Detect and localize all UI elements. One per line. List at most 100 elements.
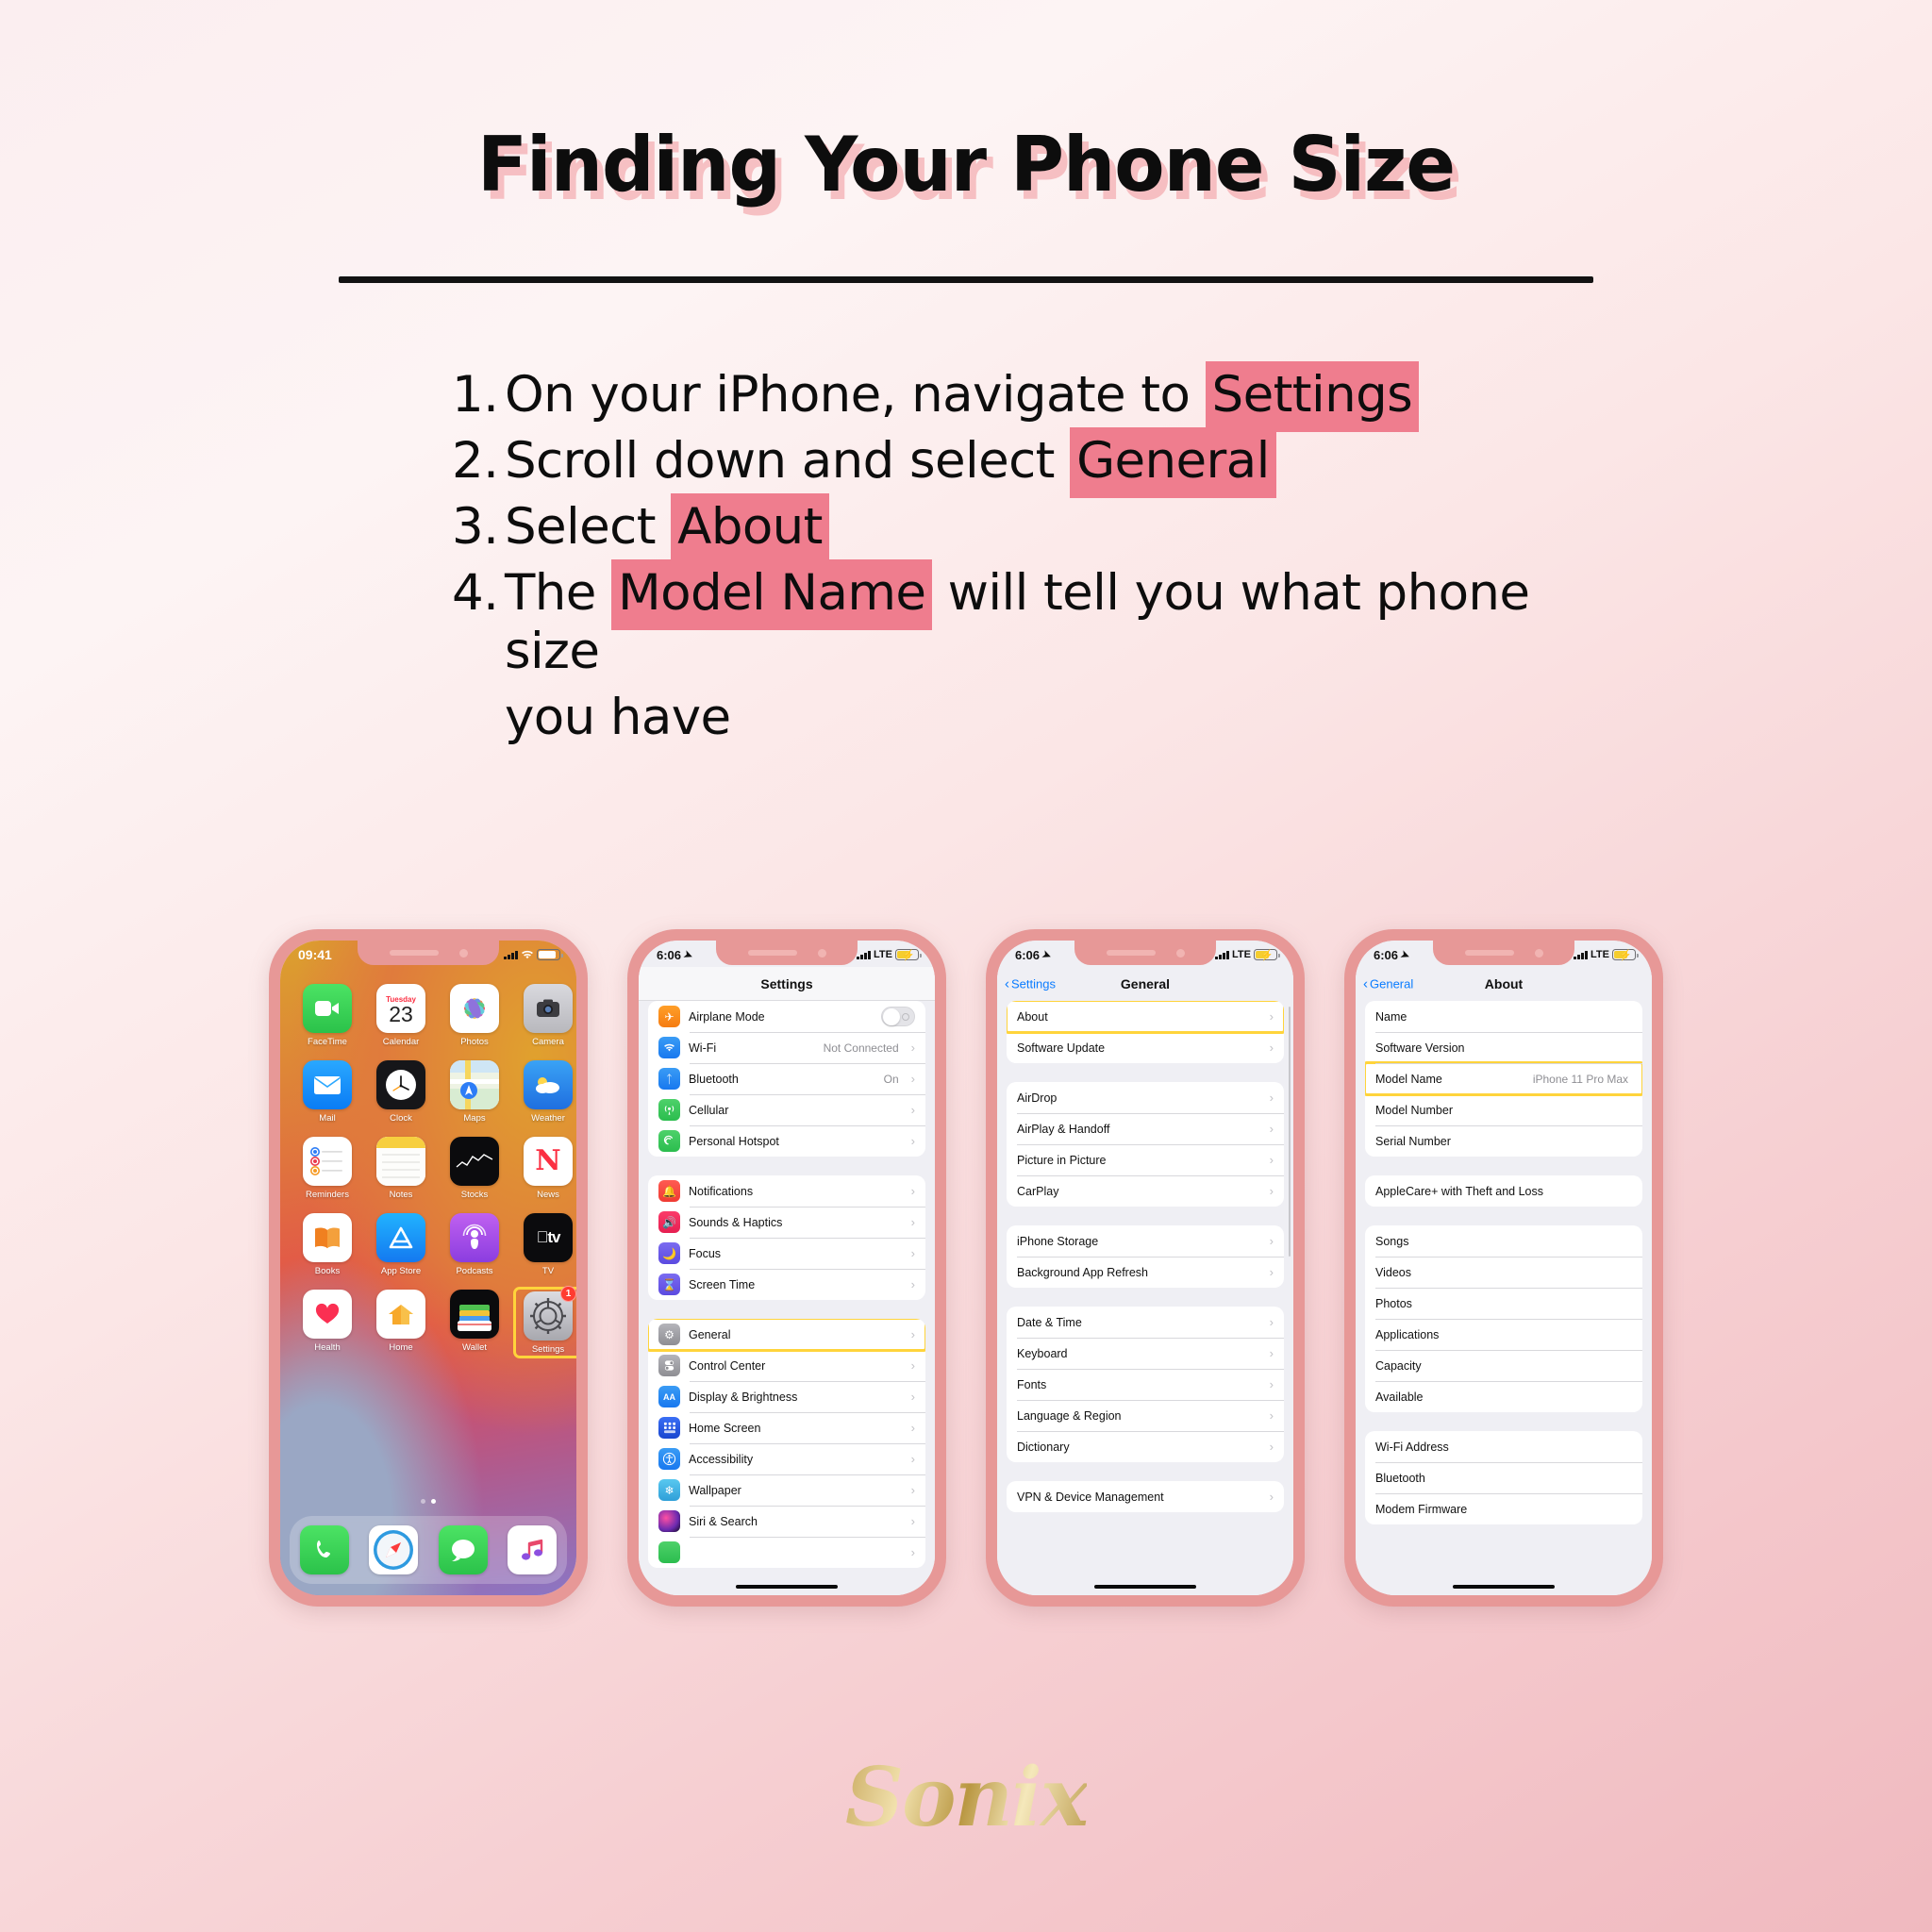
row-notifications[interactable]: 🔔 Notifications ›	[648, 1175, 925, 1207]
earpiece-speaker	[747, 950, 797, 956]
app-maps[interactable]: Maps	[442, 1060, 507, 1124]
row-wallpaper[interactable]: ❄ Wallpaper ›	[648, 1474, 925, 1506]
general-list[interactable]: About › Software Update › AirDrop › AirP…	[997, 1001, 1293, 1595]
row-label: Videos	[1375, 1265, 1411, 1279]
row-photos[interactable]: Photos	[1365, 1288, 1642, 1319]
earpiece-speaker	[1464, 950, 1514, 956]
row-control-center[interactable]: Control Center ›	[648, 1350, 925, 1381]
row-language-region[interactable]: Language & Region ›	[1007, 1400, 1284, 1431]
battery-charging-icon: ⚡	[895, 949, 922, 961]
safari-icon[interactable]	[369, 1525, 419, 1574]
app-camera[interactable]: Camera	[516, 984, 576, 1047]
row-software-update[interactable]: Software Update ›	[1007, 1032, 1284, 1063]
row-background-app-refresh[interactable]: Background App Refresh ›	[1007, 1257, 1284, 1288]
app-health[interactable]: Health	[295, 1290, 359, 1356]
app-calendar[interactable]: Tuesday 23 Calendar	[369, 984, 433, 1047]
row-available[interactable]: Available	[1365, 1381, 1642, 1412]
app-settings[interactable]: 1 Settings	[513, 1286, 576, 1358]
phone-mockup-settings: 6:06 ➤ LTE ⚡ Settings ✈ Airplane Mode Wi…	[627, 929, 946, 1607]
app-podcasts[interactable]: Podcasts	[442, 1213, 507, 1276]
step-highlight: General	[1070, 427, 1276, 498]
settings-group: Wi-Fi Address Bluetooth Modem Firmware	[1365, 1431, 1642, 1524]
row-bluetooth-address[interactable]: Bluetooth	[1365, 1462, 1642, 1493]
row-videos[interactable]: Videos	[1365, 1257, 1642, 1288]
back-button[interactable]: ‹ Settings	[1005, 977, 1056, 991]
app-facetime[interactable]: FaceTime	[295, 984, 359, 1047]
chevron-right-icon: ›	[910, 1103, 915, 1117]
nav-bar: Settings	[639, 967, 935, 1001]
row-partial-next[interactable]: ›	[648, 1537, 925, 1568]
airplane-mode-toggle[interactable]	[881, 1007, 915, 1026]
row-about[interactable]: About ›	[1007, 1001, 1284, 1034]
row-model-number[interactable]: Model Number	[1365, 1094, 1642, 1125]
app-label: Reminders	[306, 1190, 349, 1200]
home-indicator[interactable]	[736, 1584, 838, 1589]
row-sounds-haptics[interactable]: 🔊 Sounds & Haptics ›	[648, 1207, 925, 1238]
row-date-time[interactable]: Date & Time ›	[1007, 1307, 1284, 1338]
page-indicator[interactable]	[280, 1491, 576, 1508]
row-general[interactable]: ⚙ General ›	[648, 1319, 925, 1352]
siri-icon	[658, 1510, 680, 1532]
app-wallet[interactable]: Wallet	[442, 1290, 507, 1356]
row-display-brightness[interactable]: AA Display & Brightness ›	[648, 1381, 925, 1412]
row-keyboard[interactable]: Keyboard ›	[1007, 1338, 1284, 1369]
row-songs[interactable]: Songs	[1365, 1225, 1642, 1257]
row-capacity[interactable]: Capacity	[1365, 1350, 1642, 1381]
row-cellular[interactable]: Cellular ›	[648, 1094, 925, 1125]
app-mail[interactable]: Mail	[295, 1060, 359, 1124]
app-tv[interactable]: tv TV	[516, 1213, 576, 1276]
row-carplay[interactable]: CarPlay ›	[1007, 1175, 1284, 1207]
instruction-list: 1. On your iPhone, navigate to Settings …	[348, 361, 1584, 747]
scrollbar[interactable]	[1288, 1007, 1291, 1257]
row-applications[interactable]: Applications	[1365, 1319, 1642, 1350]
phone-icon[interactable]	[299, 1525, 349, 1574]
app-news[interactable]: N News	[516, 1137, 576, 1200]
row-screen-time[interactable]: ⌛ Screen Time ›	[648, 1269, 925, 1300]
row-fonts[interactable]: Fonts ›	[1007, 1369, 1284, 1400]
back-button[interactable]: ‹ General	[1363, 977, 1413, 991]
app-label: Health	[314, 1342, 341, 1353]
row-airplane-mode[interactable]: ✈ Airplane Mode	[648, 1001, 925, 1032]
row-airdrop[interactable]: AirDrop ›	[1007, 1082, 1284, 1113]
row-siri-search[interactable]: Siri & Search ›	[648, 1506, 925, 1537]
row-wifi[interactable]: Wi-Fi Not Connected ›	[648, 1032, 925, 1063]
app-books[interactable]: Books	[295, 1213, 359, 1276]
messages-icon[interactable]	[438, 1525, 488, 1574]
app-label: Clock	[390, 1113, 412, 1124]
about-list[interactable]: Name Software Version Model Name iPhone …	[1356, 1001, 1652, 1595]
signal-bars-icon	[1574, 950, 1589, 959]
notch	[1074, 941, 1216, 965]
row-label: Wi-Fi	[689, 1041, 717, 1055]
row-software-version[interactable]: Software Version	[1365, 1032, 1642, 1063]
row-focus[interactable]: 🌙 Focus ›	[648, 1238, 925, 1269]
home-indicator[interactable]	[1453, 1584, 1555, 1589]
row-vpn-device-management[interactable]: VPN & Device Management ›	[1007, 1481, 1284, 1512]
row-model-name[interactable]: Model Name iPhone 11 Pro Max	[1365, 1061, 1642, 1096]
row-airplay-handoff[interactable]: AirPlay & Handoff ›	[1007, 1113, 1284, 1144]
app-stocks[interactable]: Stocks	[442, 1137, 507, 1200]
row-wifi-address[interactable]: Wi-Fi Address	[1365, 1431, 1642, 1462]
row-picture-in-picture[interactable]: Picture in Picture ›	[1007, 1144, 1284, 1175]
home-indicator[interactable]	[1094, 1584, 1196, 1589]
row-dictionary[interactable]: Dictionary ›	[1007, 1431, 1284, 1462]
row-bluetooth[interactable]: ᛏ Bluetooth On ›	[648, 1063, 925, 1094]
row-applecare[interactable]: AppleCare+ with Theft and Loss	[1365, 1175, 1642, 1207]
row-name[interactable]: Name	[1365, 1001, 1642, 1032]
app-app-store[interactable]: App Store	[369, 1213, 433, 1276]
row-personal-hotspot[interactable]: Personal Hotspot ›	[648, 1125, 925, 1157]
status-time: 6:06	[657, 947, 682, 962]
app-weather[interactable]: Weather	[516, 1060, 576, 1124]
row-iphone-storage[interactable]: iPhone Storage ›	[1007, 1225, 1284, 1257]
app-home[interactable]: Home	[369, 1290, 433, 1356]
row-accessibility[interactable]: Accessibility ›	[648, 1443, 925, 1474]
app-label: Stocks	[460, 1190, 489, 1200]
row-modem-firmware[interactable]: Modem Firmware	[1365, 1493, 1642, 1524]
music-icon[interactable]	[508, 1525, 558, 1574]
app-reminders[interactable]: Reminders	[295, 1137, 359, 1200]
app-photos[interactable]: Photos	[442, 984, 507, 1047]
settings-list[interactable]: ✈ Airplane Mode Wi-Fi Not Connected › ᛏ …	[639, 1001, 935, 1595]
row-serial-number[interactable]: Serial Number	[1365, 1125, 1642, 1157]
row-home-screen[interactable]: Home Screen ›	[648, 1412, 925, 1443]
app-clock[interactable]: Clock	[369, 1060, 433, 1124]
app-notes[interactable]: Notes	[369, 1137, 433, 1200]
